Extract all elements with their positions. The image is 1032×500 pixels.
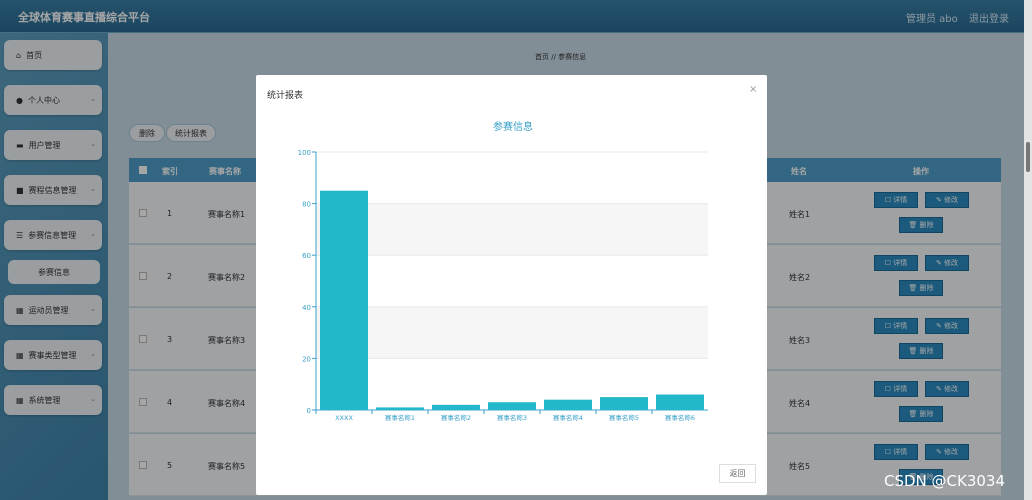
y-tick-label: 40 [302,304,311,312]
y-tick-label: 100 [298,149,311,157]
bar [544,399,592,410]
bar [376,407,424,410]
scrollbar[interactable] [1024,0,1032,500]
x-tick-label: XXXX [335,414,353,422]
grid-band [316,203,708,256]
bar [488,402,536,410]
bar [656,394,704,410]
y-tick-label: 0 [307,407,311,415]
scrollbar-thumb[interactable] [1026,142,1030,172]
x-tick-label: 赛事名称4 [553,413,583,422]
watermark: CSDN @CK3034 [884,472,1006,490]
x-tick-label: 赛事名称3 [497,413,527,422]
bar-chart: 参赛信息 0 20 40 60 80 100 XXXX 赛事名称1 赛事名称2 赛事名称3 赛事名称4… [298,120,708,422]
bar [320,190,368,410]
modal-title: 统计报表 [267,91,304,101]
x-tick-label: 赛事名称6 [665,413,695,422]
return-button[interactable]: 返回 [719,464,756,483]
x-tick-label: 赛事名称2 [441,413,471,422]
y-tick-label: 80 [302,201,311,209]
bar [432,404,480,410]
x-tick-label: 赛事名称5 [609,413,639,422]
y-tick-label: 60 [302,252,311,260]
grid-band [316,306,708,359]
close-icon[interactable]: × [749,84,757,95]
report-modal: 统计报表 × 参赛信息 0 20 40 60 80 100 XXXX 赛事名称1 赛事名称2 赛事名… [256,75,767,495]
bar [600,397,648,410]
y-tick-label: 20 [302,355,311,363]
x-tick-label: 赛事名称1 [385,413,415,422]
chart-title: 参赛信息 [493,120,533,133]
